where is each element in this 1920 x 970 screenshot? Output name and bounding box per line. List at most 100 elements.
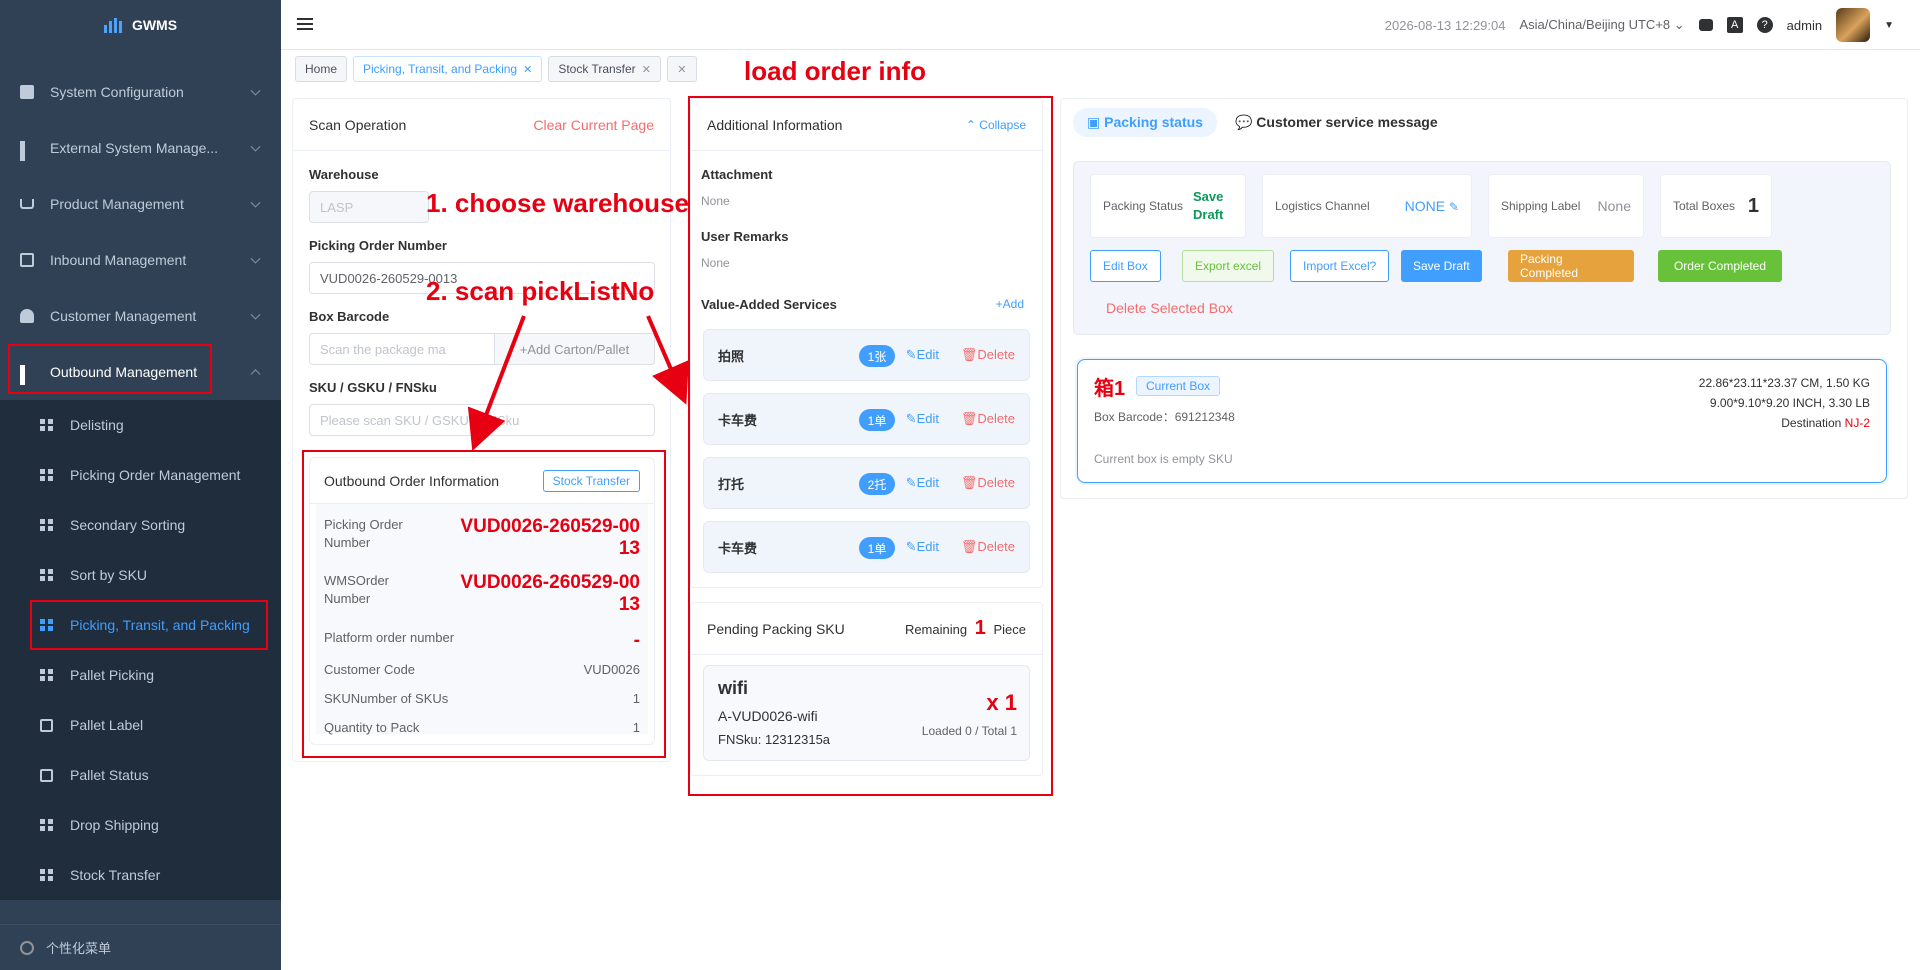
sidebar-subitem-delisting[interactable]: Delisting [0, 400, 281, 450]
delete-service-button[interactable]: 🗑Delete [961, 475, 1015, 491]
sidebar-item-label: Picking, Transit, and Packing [70, 617, 250, 633]
translate-icon[interactable]: A [1726, 17, 1743, 33]
personalize-menu-label: 个性化菜单 [46, 941, 112, 956]
pending-sku-card[interactable]: wifi A-VUD0026-wifi FNSku: 12312315a x 1… [703, 665, 1030, 761]
picking-order-label: Picking Order Number [309, 238, 447, 253]
edit-service-button[interactable]: ✎Edit [906, 411, 939, 427]
import-excel-button[interactable]: Import Excel? [1290, 250, 1390, 282]
row-value: VUD0026-260529-0013 [460, 572, 640, 615]
message-icon[interactable] [1698, 19, 1713, 31]
add-carton-pallet-button[interactable]: + Add Carton/Pallet [494, 333, 655, 365]
sidebar-subitem-picking-transit-packing[interactable]: Picking, Transit, and Packing [0, 600, 281, 650]
close-icon[interactable]: ✕ [642, 63, 651, 76]
stat-total-boxes: Total Boxes 1 [1660, 174, 1772, 238]
edit-icon: ✎ [905, 347, 917, 362]
destination-label: Destination [1781, 416, 1842, 430]
tab-stock-transfer[interactable]: Stock Transfer ✕ [548, 56, 661, 82]
sidebar-item-system-configuration[interactable]: System Configuration [0, 64, 281, 120]
sidebar-item-product-management[interactable]: Product Management [0, 176, 281, 232]
trash-icon: 🗑 [960, 347, 978, 362]
sku-code: A-VUD0026-wifi [718, 708, 818, 724]
delete-service-button[interactable]: 🗑Delete [961, 539, 1015, 555]
service-quantity-badge: 2托 [859, 473, 895, 495]
service-card: 拍照 1张 ✎Edit 🗑Delete [703, 329, 1030, 381]
grid-icon [40, 868, 53, 882]
add-service-button[interactable]: +Add [996, 297, 1024, 311]
sidebar-subitem-stock-transfer[interactable]: Stock Transfer [0, 850, 281, 900]
tab-picking-transit-packing[interactable]: Picking, Transit, and Packing ✕ [353, 56, 543, 82]
tab-customer-service-message[interactable]: 💬 Customer service message [1235, 114, 1438, 131]
stock-transfer-button[interactable]: Stock Transfer [542, 469, 640, 492]
close-all-tabs-button[interactable]: ✕ [666, 56, 697, 82]
clear-current-page-link[interactable]: Clear Current Page [533, 117, 654, 133]
brand[interactable]: GWMS [0, 0, 281, 50]
sidebar-subitem-secondary-sorting[interactable]: Secondary Sorting [0, 500, 281, 550]
avatar[interactable] [1836, 8, 1871, 42]
stat-value: 1 [1747, 194, 1759, 217]
chevron-down-icon [250, 85, 261, 96]
outbound-info-body: Picking Order Number VUD0026-260529-0013… [316, 504, 648, 735]
collapse-button[interactable]: ⌃ Collapse [966, 118, 1026, 132]
document-icon [20, 85, 34, 99]
remaining-value: 1 [974, 617, 986, 639]
timezone-select[interactable]: Asia/China/Beijing UTC+8 ⌄ [1519, 17, 1684, 33]
delete-label: Delete [977, 539, 1015, 554]
grid-icon [20, 365, 34, 385]
sidebar-subitem-pallet-picking[interactable]: Pallet Picking [0, 650, 281, 700]
sidebar: GWMS System Configuration External Syste… [0, 0, 281, 970]
timezone-label: Asia/China/Beijing UTC+8 [1519, 17, 1671, 32]
delete-service-button[interactable]: 🗑Delete [961, 347, 1015, 363]
close-icon[interactable]: ✕ [523, 63, 532, 76]
sidebar-item-customer-management[interactable]: Customer Management [0, 288, 281, 344]
sidebar-item-external-system[interactable]: External System Manage... [0, 120, 281, 176]
sidebar-subitem-picking-order-management[interactable]: Picking Order Management [0, 450, 281, 500]
box-card[interactable]: 箱1 Current Box Box Barcode：691212348 22.… [1077, 359, 1887, 483]
outbound-order-title: Outbound Order Information [324, 472, 500, 489]
save-draft-button[interactable]: Save Draft [1401, 250, 1482, 282]
edit-service-button[interactable]: ✎Edit [906, 347, 939, 363]
packing-completed-button[interactable]: Packing Completed [1508, 250, 1634, 282]
delete-label: Delete [977, 475, 1015, 490]
edit-icon[interactable]: ✎ [1449, 200, 1459, 214]
user-name[interactable]: admin [1787, 18, 1822, 33]
export-excel-button[interactable]: Export excel [1182, 250, 1275, 282]
sidebar-subitem-drop-shipping[interactable]: Drop Shipping [0, 800, 281, 850]
row-value: VUD0026 [583, 662, 640, 677]
sku-input[interactable]: Please scan SKU / GSKU / FNSku [309, 404, 655, 436]
stats-row: Packing Status Save Draft Logistics Chan… [1090, 174, 1874, 238]
tab-packing-status[interactable]: ▣ Packing status [1073, 107, 1217, 137]
box-barcode-input[interactable]: Scan the package ma [309, 333, 495, 365]
menu-toggle-icon[interactable] [297, 18, 313, 32]
trash-icon: 🗑 [960, 539, 978, 554]
panel-title: Scan Operation [309, 116, 407, 133]
trash-icon: 🗑 [960, 411, 978, 426]
sidebar-item-outbound-management[interactable]: Outbound Management [0, 344, 281, 400]
edit-service-button[interactable]: ✎Edit [906, 475, 939, 491]
personalize-menu[interactable]: 个性化菜单 [0, 924, 281, 970]
tags-view: Home Picking, Transit, and Packing ✕ Stoc… [281, 51, 1920, 87]
row-label: Quantity to Pack [324, 720, 420, 735]
outbound-order-info-header: Outbound Order Information Stock Transfe… [310, 458, 654, 504]
tab-home[interactable]: Home [295, 56, 348, 82]
sidebar-item-inbound-management[interactable]: Inbound Management [0, 232, 281, 288]
trash-icon: 🗑 [960, 475, 978, 490]
sidebar-subitem-sort-by-sku[interactable]: Sort by SKU [0, 550, 281, 600]
user-remarks-value: None [701, 256, 730, 270]
sidebar-item-label: Sort by SKU [70, 567, 148, 583]
help-icon[interactable]: ? [1756, 17, 1773, 33]
chevron-down-icon [250, 309, 261, 320]
scan-operation-header: Scan Operation Clear Current Page [293, 99, 670, 151]
delete-label: Delete [977, 347, 1015, 362]
warehouse-select[interactable]: LASP [309, 191, 429, 223]
sidebar-subitem-pallet-label[interactable]: Pallet Label [0, 700, 281, 750]
edit-service-button[interactable]: ✎Edit [906, 539, 939, 555]
row-picking-order-number: Picking Order Number VUD0026-260529-0013 [324, 516, 640, 560]
printer-icon [40, 718, 53, 732]
sidebar-subitem-pallet-status[interactable]: Pallet Status [0, 750, 281, 800]
caret-down-icon[interactable]: ▼ [1884, 20, 1894, 31]
delete-service-button[interactable]: 🗑Delete [961, 411, 1015, 427]
sidebar-item-label: Stock Transfer [70, 867, 161, 883]
order-completed-button[interactable]: Order Completed [1658, 250, 1782, 282]
delete-selected-box-link[interactable]: Delete Selected Box [1106, 300, 1233, 316]
edit-box-button[interactable]: Edit Box [1090, 250, 1161, 282]
